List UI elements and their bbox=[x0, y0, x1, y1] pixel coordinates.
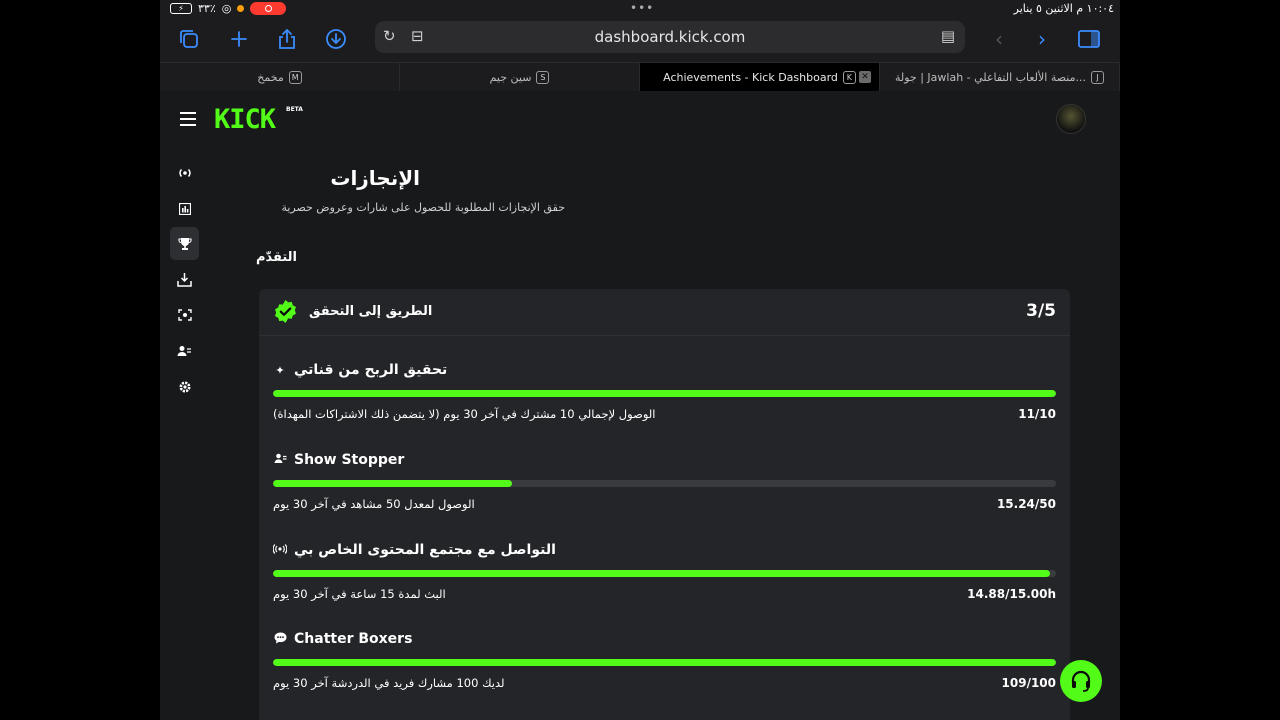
address-bar[interactable]: ↻ ⊟ dashboard.kick.com ▤ bbox=[375, 21, 965, 53]
settings-icon[interactable] bbox=[170, 370, 199, 403]
card-header: الطريق إلى التحقق 3/5 bbox=[259, 289, 1070, 336]
page-title: الإنجازات bbox=[330, 166, 420, 190]
section-heading: التقدّم bbox=[255, 250, 297, 265]
sparkle-icon: ✦ bbox=[275, 363, 285, 377]
tabs-overview-icon[interactable] bbox=[176, 26, 202, 52]
achievement-value: 109/100 bbox=[1001, 676, 1056, 690]
screen-recording-indicator[interactable] bbox=[250, 2, 287, 15]
tab-label: جولة | Jawlah - منصة الألعاب التفاعلي... bbox=[894, 71, 1086, 84]
beta-badge: BETA bbox=[286, 106, 303, 113]
completed-count: 3/5 bbox=[1026, 301, 1056, 321]
achievement-name: تحقيق الربح من قناتي bbox=[294, 362, 448, 378]
trophy-icon[interactable] bbox=[170, 227, 199, 260]
achievement-value: 15.24/50 bbox=[996, 497, 1056, 511]
share-icon[interactable] bbox=[274, 26, 300, 52]
verified-badge-icon bbox=[275, 300, 296, 323]
new-tab-icon[interactable] bbox=[226, 26, 252, 52]
menu-icon[interactable] bbox=[180, 112, 196, 130]
back-icon[interactable]: ‹ bbox=[986, 26, 1012, 52]
progress-bar bbox=[273, 570, 1056, 577]
screen-capture-icon[interactable] bbox=[170, 298, 199, 331]
achievement-value: 11/10 bbox=[1018, 407, 1056, 421]
analytics-icon[interactable] bbox=[170, 192, 199, 225]
progress-fill bbox=[273, 570, 1050, 577]
tab-favicon: K bbox=[842, 71, 856, 84]
battery-icon: ⚡ bbox=[170, 3, 192, 14]
page-subtitle: حقق الإنجازات المطلوبة للحصول على شارات … bbox=[281, 201, 565, 214]
achievement-description: الوصول لمعدل 50 مشاهد في آخر 30 يوم bbox=[273, 497, 475, 511]
achievement-description: البث لمدة 15 ساعة في آخر 30 يوم bbox=[273, 587, 446, 601]
community-icon[interactable] bbox=[170, 334, 199, 367]
avatar[interactable] bbox=[1056, 104, 1086, 134]
progress-bar bbox=[273, 390, 1056, 397]
tab-favicon: S bbox=[536, 71, 550, 84]
forward-icon[interactable]: › bbox=[1029, 26, 1055, 52]
progress-fill bbox=[273, 390, 1056, 397]
achievement-description: الوصول لإجمالي 10 مشترك في آخر 30 يوم (ل… bbox=[273, 407, 656, 421]
tab-seen-jeem[interactable]: سين جيم S bbox=[400, 63, 640, 92]
achievement-name: Chatter Boxers bbox=[294, 631, 413, 647]
support-chat-button[interactable] bbox=[1060, 660, 1102, 702]
close-tab-icon[interactable]: ✕ bbox=[859, 71, 871, 83]
dashboard-page: KICK BETA الإنجازات حقق الإنجازات المطلو… bbox=[160, 91, 1120, 720]
status-indicators: ⚡ ٣٣٪ ◎ bbox=[170, 2, 287, 15]
multitask-dots-icon[interactable]: ••• bbox=[630, 1, 654, 15]
achievement-name: التواصل مع مجتمع المحتوى الخاص بي bbox=[294, 542, 556, 558]
achievement-heading: Show Stopper bbox=[273, 452, 404, 468]
card-title: الطريق إلى التحقق bbox=[309, 304, 433, 319]
achievement-value: 14.88/15.00h bbox=[967, 587, 1056, 601]
sidebar-icon[interactable] bbox=[1076, 26, 1102, 52]
url-text[interactable]: dashboard.kick.com bbox=[375, 28, 965, 46]
download-icon[interactable] bbox=[323, 26, 349, 52]
tab-makhmakh[interactable]: مخمخ M bbox=[160, 63, 400, 92]
achievement-heading: Chatter Boxers bbox=[273, 631, 412, 647]
tab-strip: مخمخ M سين جيم S Achievements - Kick Das… bbox=[160, 62, 1120, 92]
users-icon bbox=[273, 453, 287, 467]
progress-bar bbox=[273, 659, 1056, 666]
progress-fill bbox=[273, 659, 1056, 666]
progress-fill bbox=[273, 480, 512, 487]
tab-label: Achievements - Kick Dashboard bbox=[663, 71, 838, 84]
status-datetime: ١٠:٠٤ م الاثنين ٥ يناير bbox=[1013, 2, 1114, 15]
tab-label: سين جيم bbox=[489, 71, 532, 84]
reader-icon[interactable]: ▤ bbox=[941, 27, 955, 45]
tab-favicon: J bbox=[1091, 71, 1104, 84]
battery-percent: ٣٣٪ bbox=[198, 2, 216, 15]
tab-favicon: M bbox=[288, 71, 302, 84]
browser-toolbar: ↻ ⊟ dashboard.kick.com ▤ ‹ › bbox=[160, 18, 1120, 62]
verification-card: الطريق إلى التحقق 3/5 ✦ تحقيق الربح من ق… bbox=[259, 289, 1070, 720]
kick-logo[interactable]: KICK bbox=[214, 104, 276, 135]
achievement-name: Show Stopper bbox=[294, 452, 405, 468]
eye-icon: ◎ bbox=[221, 2, 232, 15]
live-stream-icon[interactable] bbox=[170, 156, 199, 189]
tab-achievements[interactable]: Achievements - Kick Dashboard K ✕ bbox=[640, 63, 880, 92]
achievement-heading: التواصل مع مجتمع المحتوى الخاص بي bbox=[272, 542, 556, 558]
app-window: ⚡ ٣٣٪ ◎ ••• ١٠:٠٤ م الاثنين ٥ يناير ↻ ⊟ … bbox=[160, 0, 1120, 720]
upload-icon[interactable] bbox=[170, 263, 199, 296]
headset-icon bbox=[1071, 670, 1091, 692]
progress-bar bbox=[273, 480, 1056, 487]
privacy-indicator bbox=[237, 5, 245, 12]
achievement-heading: ✦ تحقيق الربح من قناتي bbox=[273, 362, 447, 378]
chat-icon bbox=[273, 632, 287, 647]
tab-label: مخمخ bbox=[257, 71, 284, 84]
achievement-description: لديك 100 مشارك فريد في الدردشة آخر 30 يو… bbox=[273, 676, 505, 690]
tab-jawlah[interactable]: جولة | Jawlah - منصة الألعاب التفاعلي...… bbox=[880, 63, 1120, 92]
broadcast-icon bbox=[272, 543, 288, 557]
status-bar: ⚡ ٣٣٪ ◎ ••• ١٠:٠٤ م الاثنين ٥ يناير bbox=[160, 0, 1120, 18]
